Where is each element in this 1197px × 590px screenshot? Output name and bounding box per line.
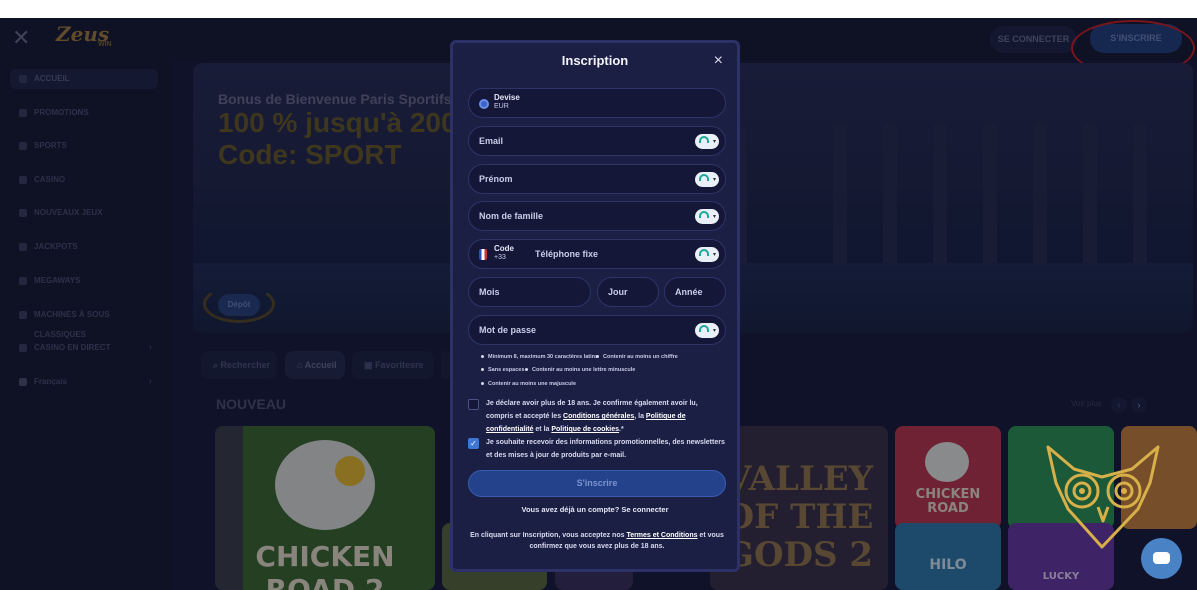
registration-modal: Inscription × Devise EUR Email ▾ Prénom … [450, 40, 740, 572]
bullet [596, 355, 599, 359]
email-field[interactable]: Email ▾ [468, 126, 726, 156]
rule-text: Contenir au moins une lettre minuscule [532, 367, 636, 373]
rule-text: Contenir au moins une majuscule [488, 381, 577, 387]
birth-year-field[interactable]: Année [664, 277, 726, 307]
bullet [481, 368, 484, 372]
cookies-link[interactable]: Politique de cookies [551, 426, 619, 433]
register-submit-button[interactable]: S'inscrire [468, 470, 726, 497]
autofill-icon[interactable]: ▾ [695, 323, 719, 338]
password-rule: Contenir au moins un chiffre [596, 354, 678, 360]
top-margin [0, 0, 1197, 18]
terms-conditions-link[interactable]: Termes et Conditions [626, 532, 697, 539]
currency-select[interactable]: Devise EUR [468, 88, 726, 118]
firstname-label: Prénom [479, 174, 513, 184]
phone-code-value[interactable]: +33 [494, 254, 506, 261]
email-label: Email [479, 136, 504, 146]
lastname-label: Nom de famille [479, 211, 544, 221]
currency-icon [479, 99, 489, 109]
terms-notice: En cliquant sur Inscription, vous accept… [468, 530, 726, 552]
caret-icon: ▾ [712, 214, 716, 220]
password-rule: Sans espaces [481, 367, 524, 373]
lastname-field[interactable]: Nom de famille ▾ [468, 201, 726, 231]
autofill-glyph [699, 174, 709, 181]
autofill-icon[interactable]: ▾ [695, 134, 719, 149]
currency-value: EUR [494, 103, 509, 110]
owl-icon [1046, 445, 1160, 549]
check-icon: ✓ [470, 439, 477, 448]
password-rule: Minimum 8, maximum 30 caractères latins [481, 354, 598, 360]
rule-text: Sans espaces [488, 367, 525, 373]
caret-icon: ▾ [712, 252, 716, 258]
app-window: ✕ Zeus WIN SE CONNECTER S'INSCRIRE ACCUE… [0, 18, 1197, 590]
autofill-glyph [699, 211, 709, 218]
password-rule: Contenir au moins une lettre minuscule [525, 367, 635, 373]
close-icon[interactable]: × [714, 53, 723, 69]
password-label: Mot de passe [479, 325, 537, 335]
rule-text: Contenir au moins un chiffre [603, 354, 678, 360]
rule-text: Minimum 8, maximum 30 caractères latins [488, 354, 599, 360]
firstname-field[interactable]: Prénom ▾ [468, 164, 726, 194]
password-field[interactable]: Mot de passe ▾ [468, 315, 726, 345]
birth-month-field[interactable]: Mois [468, 277, 591, 307]
newsletter-checkbox[interactable]: ✓ [468, 438, 479, 449]
caret-icon: ▾ [712, 328, 716, 334]
chat-icon [1153, 552, 1170, 564]
age-terms-checkbox[interactable] [468, 399, 479, 410]
bullet [525, 368, 528, 372]
flag-fr-icon [479, 249, 487, 260]
terms-text: En cliquant sur Inscription, vous accept… [470, 532, 627, 539]
consent-text: .* [619, 426, 624, 433]
day-label: Jour [608, 287, 628, 297]
phone-code-label[interactable]: Code [494, 244, 514, 253]
consent-text: , la [634, 413, 646, 420]
modal-title: Inscription [561, 53, 629, 68]
login-prompt-link[interactable]: Vous avez déjà un compte? Se connecter [453, 505, 737, 514]
age-terms-text: Je déclare avoir plus de 18 ans. Je conf… [486, 397, 726, 436]
newsletter-text: Je souhaite recevoir des informations pr… [486, 439, 725, 459]
autofill-glyph [699, 325, 709, 332]
caret-icon: ▾ [712, 177, 716, 183]
autofill-glyph [699, 136, 709, 143]
phone-field[interactable]: Code +33 Téléphone fixe ▾ [468, 239, 726, 269]
phone-label: Téléphone fixe [535, 249, 599, 259]
autofill-icon[interactable]: ▾ [695, 172, 719, 187]
password-rule: Contenir au moins une majuscule [481, 381, 576, 387]
month-label: Mois [479, 287, 500, 297]
autofill-icon[interactable]: ▾ [695, 247, 719, 262]
bullet [481, 382, 484, 386]
currency-label: Devise [494, 93, 520, 102]
autofill-glyph [699, 249, 709, 256]
caret-icon: ▾ [712, 139, 716, 145]
consent-text: et la [533, 426, 552, 433]
year-label: Année [675, 287, 703, 297]
bullet [481, 355, 484, 359]
autofill-icon[interactable]: ▾ [695, 209, 719, 224]
chat-button[interactable] [1141, 538, 1182, 579]
terms-link[interactable]: Conditions générales [563, 413, 634, 420]
birth-day-field[interactable]: Jour [597, 277, 659, 307]
